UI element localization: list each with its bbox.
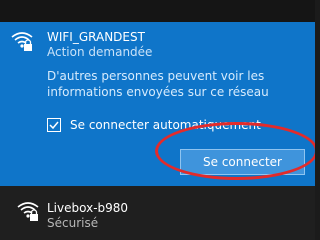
selected-network-card[interactable]: WIFI_GRANDEST Action demandée D'autres p… [0,22,315,186]
network-name: WIFI_GRANDEST [47,30,145,44]
flyout-top-strip [0,0,315,22]
wifi-secured-icon [17,202,39,221]
wifi-secured-icon [11,32,33,51]
network-status: Sécurisé [47,216,99,230]
network-name: Livebox-b980 [47,201,129,215]
network-list-item[interactable]: Livebox-b980 Sécurisé [0,186,315,240]
auto-connect-checkbox[interactable]: Se connecter automatiquement [47,116,261,134]
connect-button[interactable]: Se connecter [180,149,305,175]
checkbox-checked-icon[interactable] [47,118,61,132]
network-info-text: D'autres personnes peuvent voir les info… [47,69,269,99]
network-status: Action demandée [47,45,153,59]
wifi-network-flyout: WIFI_GRANDEST Action demandée D'autres p… [0,0,315,240]
auto-connect-label: Se connecter automatiquement [70,118,261,132]
